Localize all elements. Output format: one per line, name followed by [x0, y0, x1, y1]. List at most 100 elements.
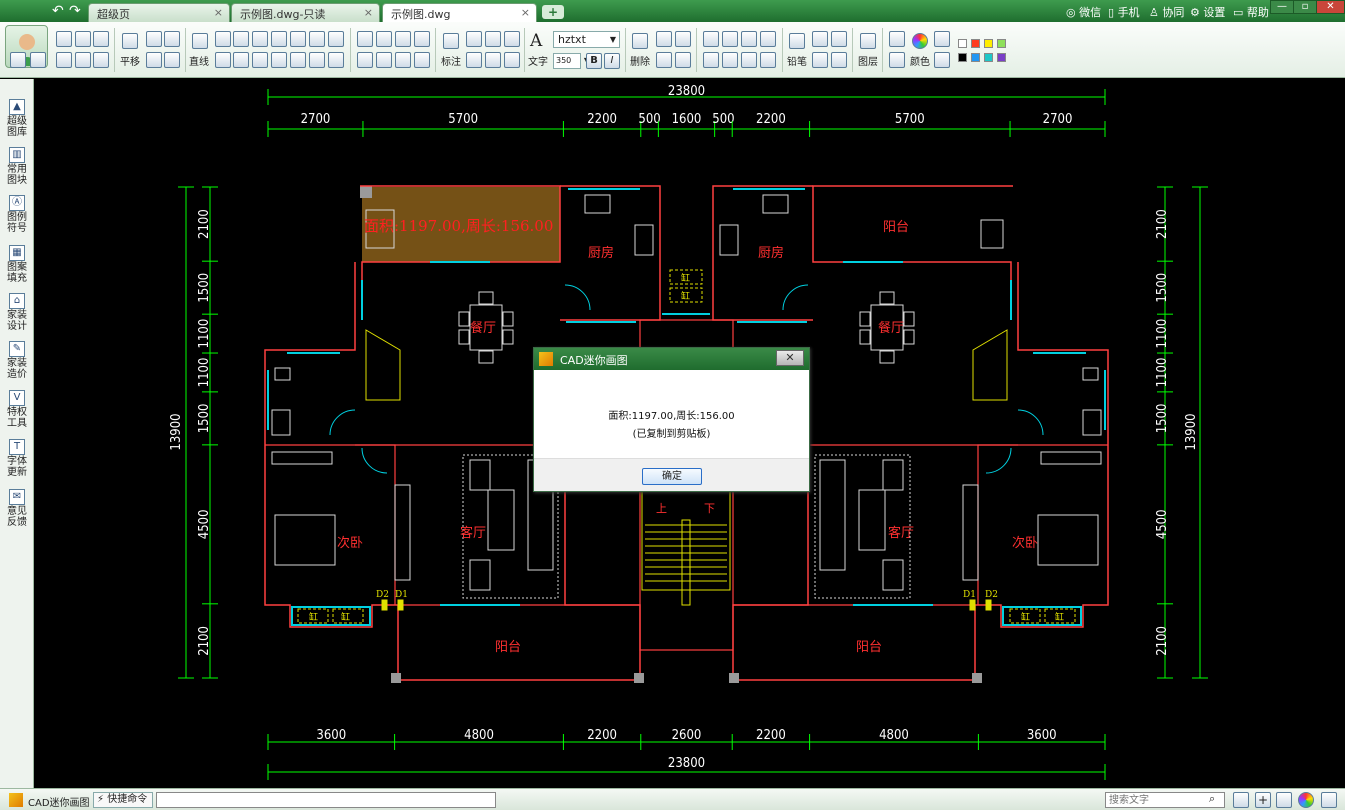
fillet-icon[interactable] — [395, 31, 411, 47]
continuous-dim-icon[interactable] — [504, 31, 520, 47]
color-swatch[interactable] — [971, 39, 980, 48]
color-swatch[interactable] — [984, 39, 993, 48]
layer-icon[interactable] — [860, 33, 876, 49]
block-icon[interactable] — [357, 52, 373, 68]
back-icon[interactable] — [10, 52, 26, 68]
sidebar-item-home-cost[interactable]: ✎ 家装 造价 — [0, 341, 34, 380]
bold-button[interactable]: B — [586, 53, 602, 69]
pentagon-icon[interactable] — [233, 52, 249, 68]
arc-icon[interactable] — [233, 31, 249, 47]
color-swatch[interactable] — [997, 39, 1006, 48]
offset-icon[interactable] — [357, 31, 373, 47]
extend-icon[interactable] — [376, 31, 392, 47]
save-icon[interactable] — [75, 31, 91, 47]
search-icon[interactable]: ⌕ — [1209, 792, 1215, 806]
zoom-in-icon[interactable] — [146, 31, 162, 47]
plus-icon[interactable]: + — [1255, 792, 1271, 808]
sidebar-item-pattern-fill[interactable]: ▦ 图案 填充 — [0, 245, 34, 284]
paste-icon[interactable] — [656, 52, 672, 68]
linetype-icon[interactable] — [889, 31, 905, 47]
cut-icon[interactable] — [675, 31, 691, 47]
save-as-icon[interactable] — [93, 31, 109, 47]
arrow-icon[interactable] — [309, 52, 325, 68]
export-icon[interactable] — [93, 52, 109, 68]
square-icon[interactable] — [309, 31, 325, 47]
color-swatch[interactable] — [997, 53, 1006, 62]
scale-icon[interactable] — [722, 31, 738, 47]
print-icon[interactable] — [56, 52, 72, 68]
sidebar-item-font-update[interactable]: T 字体 更新 — [0, 439, 34, 478]
color-swatch[interactable] — [958, 39, 967, 48]
match-props-icon[interactable] — [934, 52, 950, 68]
tab-drawing[interactable]: 示例图.dwg × — [382, 3, 537, 22]
sidebar-item-legend-symbols[interactable]: Ⓐ 图例 符号 — [0, 195, 34, 234]
command-input[interactable] — [156, 792, 496, 808]
cloud-icon[interactable] — [831, 52, 847, 68]
pencil-icon[interactable] — [789, 33, 805, 49]
tab-close-icon[interactable]: × — [521, 6, 530, 19]
angle-dim-icon[interactable] — [485, 31, 501, 47]
sidebar-item-common-blocks[interactable]: ▥ 常用 图块 — [0, 147, 34, 186]
picture-icon[interactable] — [812, 52, 828, 68]
close-window-button[interactable]: ✕ — [1316, 0, 1345, 14]
eraser-icon[interactable] — [934, 31, 950, 47]
snap-icon[interactable] — [1276, 792, 1292, 808]
measure-icon[interactable] — [812, 31, 828, 47]
rect-icon[interactable] — [252, 31, 268, 47]
lineweight-icon[interactable] — [889, 52, 905, 68]
color-swatch[interactable] — [958, 53, 967, 62]
search-text-input[interactable] — [1105, 792, 1225, 808]
text-icon[interactable]: A — [530, 31, 542, 51]
area-icon[interactable] — [831, 31, 847, 47]
rotate-icon[interactable] — [741, 31, 757, 47]
ellipse-icon[interactable] — [328, 31, 344, 47]
erase-icon[interactable] — [414, 31, 430, 47]
italic-button[interactable]: I — [604, 53, 620, 69]
trapezoid-icon[interactable] — [290, 52, 306, 68]
explode-icon[interactable] — [760, 52, 776, 68]
copy-icon[interactable] — [656, 31, 672, 47]
add-tab-button[interactable]: + — [542, 5, 564, 19]
grip-handle[interactable] — [360, 186, 372, 198]
color-wheel-icon[interactable] — [912, 33, 928, 49]
forward-icon[interactable] — [30, 52, 46, 68]
sidebar-item-home-design[interactable]: ⌂ 家装 设计 — [0, 293, 34, 332]
font-select[interactable]: hztxt ▼ — [553, 31, 620, 48]
help-link[interactable]: ▭ 帮助 — [1233, 4, 1269, 20]
trim-icon[interactable] — [722, 52, 738, 68]
collab-link[interactable]: ♙ 协同 — [1149, 4, 1184, 20]
leader-dim-icon[interactable] — [504, 52, 520, 68]
sidebar-item-super-library[interactable]: ▲ 超级 图库 — [0, 99, 34, 138]
color-wheel-icon[interactable] — [1298, 792, 1314, 808]
quick-command-button[interactable]: ⚡ 快捷命令 — [93, 792, 153, 808]
dialog-title-bar[interactable]: CAD迷你画图 ✕ — [534, 348, 809, 370]
dialog-close-button[interactable]: ✕ — [776, 350, 804, 366]
pdf-icon[interactable] — [75, 52, 91, 68]
minimize-button[interactable]: — — [1270, 0, 1294, 14]
sidebar-item-vip-tools[interactable]: V 特权 工具 — [0, 390, 34, 429]
layout-icon[interactable] — [1233, 792, 1249, 808]
settings-link[interactable]: ⚙ 设置 — [1190, 4, 1225, 20]
pointer-icon[interactable] — [414, 52, 430, 68]
sidebar-item-feedback[interactable]: ✉ 意见 反馈 — [0, 489, 34, 528]
restore-button[interactable]: ▫ — [1293, 0, 1317, 14]
fullscreen-icon[interactable] — [1321, 792, 1337, 808]
spline-icon[interactable] — [271, 52, 287, 68]
color-swatch[interactable] — [971, 53, 980, 62]
mirror-icon[interactable] — [741, 52, 757, 68]
tab-close-icon[interactable]: × — [364, 6, 373, 19]
dimension-icon[interactable] — [443, 33, 459, 49]
line-icon[interactable] — [192, 33, 208, 49]
brush-icon[interactable] — [675, 52, 691, 68]
tab-close-icon[interactable]: × — [214, 6, 223, 19]
ok-button[interactable]: 确定 — [642, 468, 702, 485]
undo-icon[interactable]: ↶ — [52, 3, 64, 19]
stretch-icon[interactable] — [703, 52, 719, 68]
aligned-dim-icon[interactable] — [466, 31, 482, 47]
redo-icon[interactable]: ↷ — [69, 3, 81, 19]
font-size-select[interactable]: 350▼ — [553, 53, 590, 69]
radius-dim-icon[interactable] — [466, 52, 482, 68]
tab-super-page[interactable]: 超级页 × — [88, 3, 230, 22]
open-icon[interactable] — [56, 31, 72, 47]
gear-shape-icon[interactable] — [376, 52, 392, 68]
